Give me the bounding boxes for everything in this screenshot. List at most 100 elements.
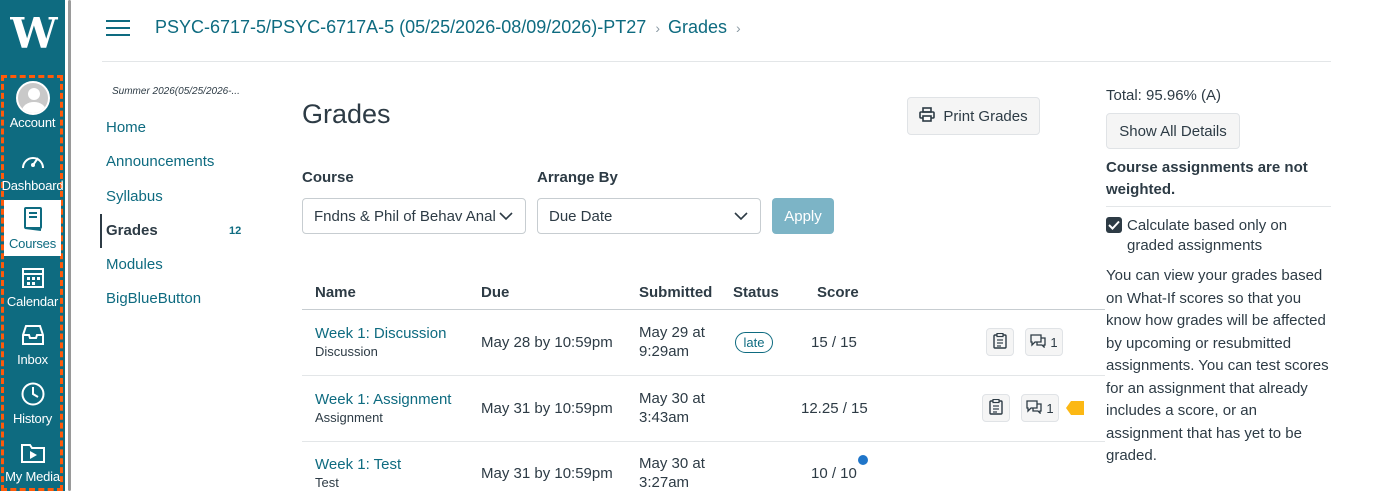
score: 10 / 10 bbox=[811, 465, 857, 482]
due-date: May 31 by 10:59pm bbox=[481, 465, 613, 482]
rubric-icon bbox=[989, 398, 1003, 418]
active-nav-indicator bbox=[100, 214, 102, 248]
global-nav-inbox[interactable]: Inbox bbox=[4, 316, 61, 372]
user-avatar-icon bbox=[15, 81, 50, 115]
arrange-by-label: Arrange By bbox=[537, 169, 618, 186]
submitted-date-line: May 30 at bbox=[639, 390, 705, 407]
chevron-down-icon bbox=[499, 209, 513, 227]
arrange-by-value: Due Date bbox=[549, 207, 613, 225]
institution-logo[interactable]: W bbox=[0, 0, 65, 66]
what-if-description: You can view your grades based on What-I… bbox=[1106, 267, 1329, 464]
calculate-graded-only-label[interactable]: Calculate based only on graded assignmen… bbox=[1127, 216, 1317, 256]
due-date: May 28 by 10:59pm bbox=[481, 334, 613, 351]
scrollbar-thumb[interactable] bbox=[68, 0, 71, 491]
submitted-time-line: 9:29am bbox=[639, 343, 690, 360]
global-nav-label: Inbox bbox=[17, 352, 48, 367]
checkmark-icon bbox=[1108, 220, 1120, 230]
late-status-badge: late bbox=[735, 332, 773, 353]
calculate-graded-only-checkbox[interactable] bbox=[1106, 217, 1122, 233]
speedometer-icon bbox=[20, 146, 46, 176]
apply-button[interactable]: Apply bbox=[772, 198, 834, 234]
course-nav-modules[interactable]: Modules bbox=[106, 256, 163, 273]
course-nav-announcements[interactable]: Announcements bbox=[106, 153, 214, 170]
assignment-link[interactable]: Week 1: Discussion bbox=[315, 325, 446, 342]
global-nav-label: My Media bbox=[5, 469, 60, 484]
term-label: Summer 2026(05/25/2026-... bbox=[112, 86, 240, 97]
global-nav-label: Dashboard bbox=[1, 178, 64, 193]
global-nav-calendar[interactable]: Calendar bbox=[4, 258, 61, 314]
due-date: May 31 by 10:59pm bbox=[481, 400, 613, 417]
chevron-right-icon: › bbox=[736, 19, 741, 36]
global-nav-account[interactable]: Account bbox=[4, 79, 61, 135]
course-select[interactable]: Fndns & Phil of Behav Anal bbox=[302, 198, 526, 234]
column-header-status[interactable]: Status bbox=[733, 284, 779, 301]
assignment-type: Assignment bbox=[315, 410, 383, 425]
global-nav-dashboard[interactable]: Dashboard bbox=[1, 142, 64, 198]
print-grades-label: Print Grades bbox=[943, 107, 1028, 125]
assignment-type: Discussion bbox=[315, 344, 378, 359]
course-select-label: Course bbox=[302, 169, 354, 186]
global-nav-scrollbar[interactable] bbox=[65, 0, 75, 491]
comments-button[interactable]: 1 bbox=[1021, 394, 1059, 422]
breadcrumb-course-link[interactable]: PSYC-6717-5/PSYC-6717A-5 (05/25/2026-08/… bbox=[155, 17, 646, 38]
submitted-date-line: May 30 at bbox=[639, 455, 705, 472]
media-folder-icon bbox=[20, 437, 46, 467]
column-header-due[interactable]: Due bbox=[481, 284, 509, 301]
score: 15 / 15 bbox=[811, 334, 857, 351]
global-nav-label: Account bbox=[9, 115, 56, 130]
sidebar-divider bbox=[1106, 206, 1331, 207]
chevron-right-icon: › bbox=[655, 19, 660, 36]
global-nav-label: Calendar bbox=[6, 294, 59, 309]
column-header-submitted[interactable]: Submitted bbox=[639, 284, 712, 301]
global-nav-label: Courses bbox=[8, 236, 56, 251]
breadcrumb-grades-link[interactable]: Grades bbox=[668, 17, 727, 38]
print-grades-button[interactable]: Print Grades bbox=[907, 97, 1040, 135]
global-nav-history[interactable]: History bbox=[4, 375, 61, 431]
page-title: Grades bbox=[302, 99, 391, 129]
weighting-note: Course assignments are not weighted. bbox=[1106, 159, 1308, 198]
submitted-time-line: 3:43am bbox=[639, 409, 690, 426]
show-all-details-button[interactable]: Show All Details bbox=[1106, 113, 1240, 149]
arrange-by-select[interactable]: Due Date bbox=[537, 198, 761, 234]
course-nav-home[interactable]: Home bbox=[106, 119, 146, 136]
table-header-divider bbox=[302, 309, 1105, 310]
comments-button[interactable]: 1 bbox=[1025, 328, 1063, 356]
score: 12.25 / 15 bbox=[801, 400, 868, 417]
total-grade: Total: 95.96% (A) bbox=[1106, 87, 1222, 104]
inbox-icon bbox=[20, 320, 46, 350]
assignment-link[interactable]: Week 1: Assignment bbox=[315, 391, 451, 408]
row-divider bbox=[302, 441, 1105, 442]
course-nav-grades[interactable]: Grades bbox=[106, 222, 158, 239]
flag-icon bbox=[1066, 401, 1084, 415]
submitted-date: May 30 at 3:27am bbox=[639, 454, 705, 491]
assignment-type: Test bbox=[315, 475, 339, 490]
course-nav-syllabus[interactable]: Syllabus bbox=[106, 188, 163, 205]
chevron-down-icon bbox=[734, 209, 748, 227]
global-nav-label: History bbox=[12, 411, 53, 426]
column-header-name[interactable]: Name bbox=[315, 284, 356, 301]
global-nav-courses[interactable]: Courses bbox=[4, 200, 61, 256]
course-select-value: Fndns & Phil of Behav Anal bbox=[314, 207, 496, 225]
calendar-icon bbox=[21, 262, 45, 292]
rubric-button[interactable] bbox=[982, 394, 1010, 422]
book-icon bbox=[22, 204, 44, 234]
submitted-date: May 30 at 3:43am bbox=[639, 389, 705, 427]
printer-icon bbox=[919, 106, 936, 126]
comments-icon bbox=[1026, 399, 1043, 417]
comments-icon bbox=[1030, 333, 1047, 351]
clock-icon bbox=[20, 379, 46, 409]
row-divider bbox=[302, 375, 1105, 376]
assignment-link[interactable]: Week 1: Test bbox=[315, 456, 401, 473]
unread-indicator-icon bbox=[858, 455, 868, 465]
submitted-date: May 29 at 9:29am bbox=[639, 323, 705, 361]
rubric-button[interactable] bbox=[986, 328, 1014, 356]
column-header-score[interactable]: Score bbox=[817, 284, 859, 301]
course-menu-toggle[interactable] bbox=[106, 20, 130, 38]
grades-count-badge: 12 bbox=[229, 225, 242, 237]
course-nav-bigbluebutton[interactable]: BigBlueButton bbox=[106, 290, 201, 307]
submitted-date-line: May 29 at bbox=[639, 324, 705, 341]
comment-count: 1 bbox=[1046, 400, 1054, 416]
submitted-time-line: 3:27am bbox=[639, 474, 690, 491]
global-nav-my-media[interactable]: My Media bbox=[4, 433, 61, 489]
header-divider bbox=[102, 61, 1331, 62]
